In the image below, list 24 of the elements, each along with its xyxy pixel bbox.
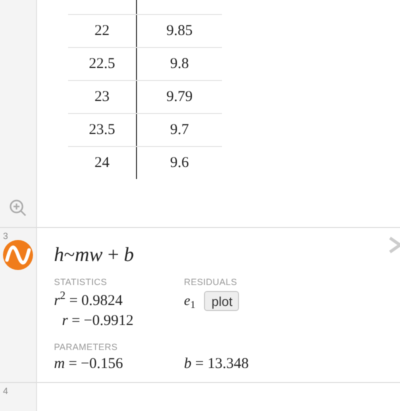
wave-logo-icon bbox=[3, 240, 33, 270]
parameter-value: m = −0.156 bbox=[54, 355, 124, 374]
statistic-value: r = −0.9912 bbox=[61, 312, 134, 331]
line-number: 3 bbox=[3, 230, 8, 243]
table-cell-text: 9.6 bbox=[169, 154, 190, 173]
table-cell-text: 9.79 bbox=[165, 88, 194, 107]
line-number: 4 bbox=[3, 385, 8, 398]
table-cell: 24 bbox=[68, 147, 137, 179]
parameter-value: b = 13.348 bbox=[184, 355, 249, 374]
residual-variable: e$_{1}$ bbox=[184, 293, 196, 312]
table-cell-text: 9.8 bbox=[169, 54, 190, 74]
table-cell-text: 9.85 bbox=[165, 22, 194, 41]
plot-button[interactable]: plot bbox=[204, 291, 240, 311]
table-cell: 22 bbox=[68, 15, 137, 47]
section-label: PARAMETERS bbox=[54, 341, 118, 354]
statistic-value: r$^{2}$ = 0.9824 bbox=[54, 291, 123, 311]
zoom-in-icon[interactable] bbox=[9, 199, 27, 217]
section-label: STATISTICS bbox=[54, 276, 107, 289]
table-cell: 23.5 bbox=[68, 114, 137, 146]
table-cell: 23 bbox=[68, 81, 137, 113]
regression-formula[interactable]: h~mw + b bbox=[54, 242, 134, 270]
section-label: RESIDUALS bbox=[184, 276, 238, 289]
table-cell-text: 9.7 bbox=[169, 120, 190, 140]
table-cell: 22.5 bbox=[68, 48, 137, 80]
